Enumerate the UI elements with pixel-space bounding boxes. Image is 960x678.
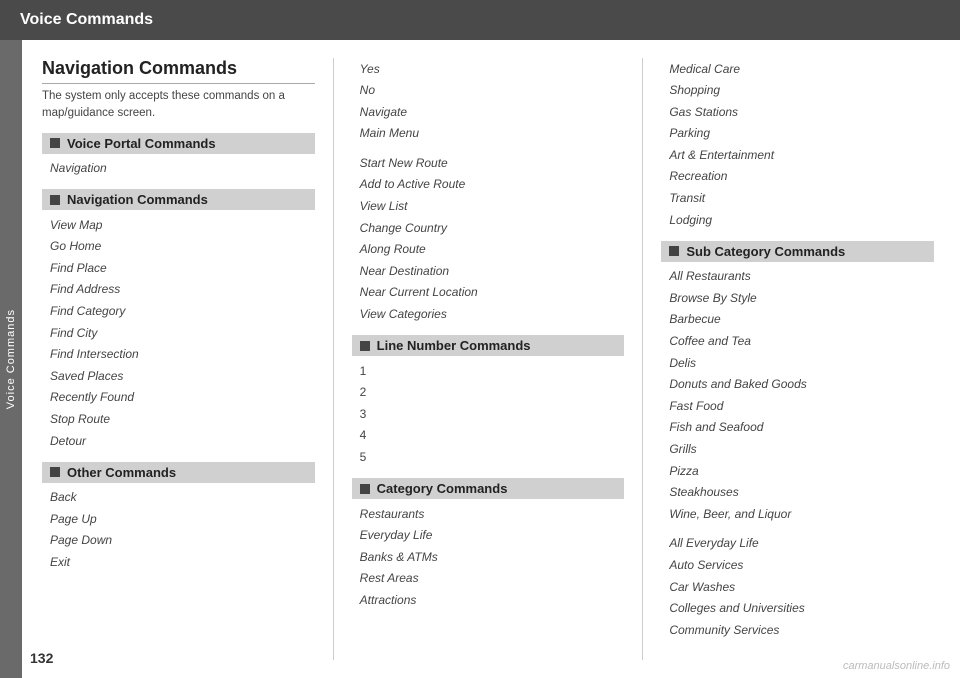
list-item: Add to Active Route [352, 174, 625, 196]
sidebar-tab: Voice Commands [0, 40, 22, 678]
list-item: Colleges and Universities [661, 598, 934, 620]
list-item: Page Up [42, 508, 315, 530]
list-item: Donuts and Baked Goods [661, 374, 934, 396]
list-item: 3 [352, 403, 625, 425]
divider-1 [333, 58, 334, 660]
list-item: Gas Stations [661, 101, 934, 123]
list-item: Yes [352, 58, 625, 80]
sidebar-tab-label: Voice Commands [5, 309, 17, 409]
list-item: Saved Places [42, 365, 315, 387]
list-item: 5 [352, 447, 625, 469]
list-item: View Map [42, 214, 315, 236]
list-item: Stop Route [42, 408, 315, 430]
list-item: Start New Route [352, 152, 625, 174]
list-item: Navigation [42, 158, 315, 180]
section-header-sub-category: Sub Category Commands [661, 241, 934, 262]
list-item: Transit [661, 188, 934, 210]
list-item: Exit [42, 551, 315, 573]
section-header-line-number-text: Line Number Commands [377, 338, 531, 353]
section-header-category: Category Commands [352, 478, 625, 499]
list-item: Community Services [661, 619, 934, 641]
main-subtitle: The system only accepts these commands o… [42, 88, 315, 123]
list-item: Rest Areas [352, 568, 625, 590]
list-item: Detour [42, 430, 315, 452]
list-item: Auto Services [661, 554, 934, 576]
list-item: Find Place [42, 257, 315, 279]
list-item: View List [352, 196, 625, 218]
section-header-line-number: Line Number Commands [352, 335, 625, 356]
section-header-navigation-commands: Navigation Commands [42, 189, 315, 210]
list-item: Restaurants [352, 503, 625, 525]
list-item: 1 [352, 360, 625, 382]
list-item: Page Down [42, 530, 315, 552]
column-1: Navigation Commands The system only acce… [42, 58, 325, 660]
bullet-category [360, 484, 370, 494]
list-item: View Categories [352, 304, 625, 326]
section-header-category-text: Category Commands [377, 481, 508, 496]
bullet-line-number [360, 341, 370, 351]
list-item: Recreation [661, 166, 934, 188]
list-item: Barbecue [661, 309, 934, 331]
list-item: Banks & ATMs [352, 546, 625, 568]
header-bar: Voice Commands [0, 0, 960, 40]
bullet-voice-portal [50, 138, 60, 148]
list-item: Fish and Seafood [661, 417, 934, 439]
section-header-voice-portal: Voice Portal Commands [42, 133, 315, 154]
list-item: Along Route [352, 239, 625, 261]
section-header-other-commands: Other Commands [42, 462, 315, 483]
list-item: Car Washes [661, 576, 934, 598]
list-item: 4 [352, 425, 625, 447]
main-title: Navigation Commands [42, 58, 315, 84]
list-item: No [352, 80, 625, 102]
list-item: Coffee and Tea [661, 331, 934, 353]
list-item: Pizza [661, 460, 934, 482]
list-item: 2 [352, 382, 625, 404]
list-item: Find Category [42, 300, 315, 322]
list-item: Wine, Beer, and Liquor [661, 503, 934, 525]
list-item: Delis [661, 352, 934, 374]
list-item: Go Home [42, 236, 315, 258]
section-header-other-commands-text: Other Commands [67, 465, 176, 480]
list-item: All Everyday Life [661, 533, 934, 555]
bullet-navigation-commands [50, 195, 60, 205]
bullet-other-commands [50, 467, 60, 477]
list-item: Navigate [352, 101, 625, 123]
list-item: Find City [42, 322, 315, 344]
list-item: Near Current Location [352, 282, 625, 304]
list-item: Lodging [661, 209, 934, 231]
header-title: Voice Commands [20, 11, 153, 29]
list-item: Back [42, 487, 315, 509]
list-item: Everyday Life [352, 525, 625, 547]
list-item: Parking [661, 123, 934, 145]
list-item: Medical Care [661, 58, 934, 80]
list-item: Attractions [352, 589, 625, 611]
list-item: Shopping [661, 80, 934, 102]
list-item: Browse By Style [661, 287, 934, 309]
list-item: All Restaurants [661, 266, 934, 288]
list-item: Find Address [42, 279, 315, 301]
section-header-voice-portal-text: Voice Portal Commands [67, 136, 216, 151]
section-header-navigation-commands-text: Navigation Commands [67, 192, 208, 207]
list-item: Art & Entertainment [661, 144, 934, 166]
list-item: Fast Food [661, 395, 934, 417]
list-item: Steakhouses [661, 482, 934, 504]
divider-2 [642, 58, 643, 660]
list-item: Near Destination [352, 260, 625, 282]
bullet-sub-category [669, 246, 679, 256]
list-item: Grills [661, 439, 934, 461]
section-header-sub-category-text: Sub Category Commands [686, 244, 845, 259]
watermark: carmanualsonline.info [843, 660, 950, 672]
list-item: Change Country [352, 217, 625, 239]
main-content: Navigation Commands The system only acce… [22, 40, 960, 678]
list-item: Main Menu [352, 123, 625, 145]
list-item: Recently Found [42, 387, 315, 409]
list-item: Find Intersection [42, 344, 315, 366]
column-2: Yes No Navigate Main Menu Start New Rout… [342, 58, 635, 660]
column-3: Medical Care Shopping Gas Stations Parki… [651, 58, 944, 660]
